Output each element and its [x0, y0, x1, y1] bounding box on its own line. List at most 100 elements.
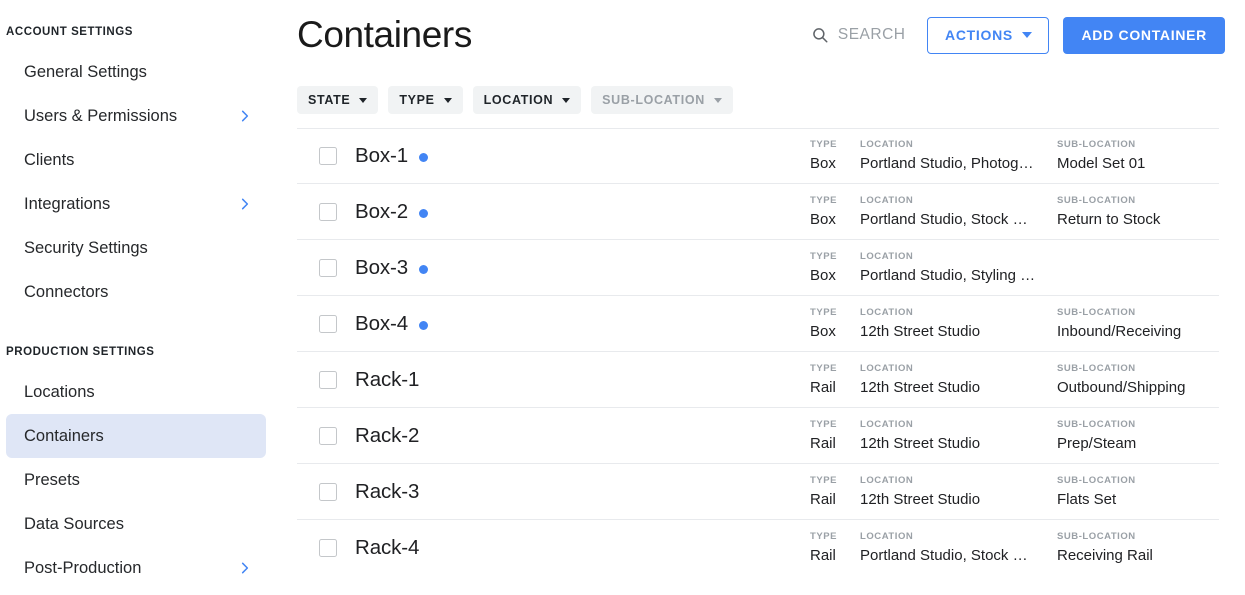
table-row[interactable]: Rack-1TYPERailLOCATION12th Street Studio… [297, 352, 1219, 408]
filter-chip-type[interactable]: TYPE [388, 86, 462, 114]
sidebar-group: PRODUCTION SETTINGS Locations Containers Pr… [0, 344, 290, 590]
row-checkbox[interactable] [319, 203, 337, 221]
sidebar-item-label: Containers [24, 426, 252, 446]
cell-type-value: Rail [810, 546, 860, 565]
cell-sublocation: SUB-LOCATIONInbound/Receiving [1057, 307, 1245, 341]
sidebar-item-containers[interactable]: Containers [6, 414, 266, 458]
page-header: Containers SEARCH ACTIONS ADD CONTAINER [295, 0, 1225, 70]
cell-location-header: LOCATION [860, 419, 1057, 431]
container-name-cell: Rack-1 [355, 368, 810, 392]
cell-location-header: LOCATION [860, 475, 1057, 487]
actions-button[interactable]: ACTIONS [927, 17, 1049, 54]
sidebar-item-label: Post-Production [24, 558, 238, 578]
sidebar: ACCOUNT SETTINGS General Settings Users & … [0, 0, 290, 595]
cell-type: TYPE Box [810, 195, 860, 229]
cell-location-value: 12th Street Studio [860, 378, 1057, 397]
cell-location-value: 12th Street Studio [860, 434, 1057, 453]
container-name-cell: Box-3 [355, 256, 810, 280]
row-checkbox[interactable] [319, 371, 337, 389]
containers-table: Box-1TYPEBoxLOCATIONPortland Studio, Pho… [297, 128, 1219, 576]
sidebar-item-label: General Settings [24, 62, 252, 82]
cell-sublocation-header: SUB-LOCATION [1057, 195, 1245, 207]
filter-chip-label: TYPE [399, 93, 434, 107]
sidebar-item-integrations[interactable]: Integrations [6, 182, 266, 226]
cell-location: LOCATIONPortland Studio, Stock … [860, 195, 1057, 229]
table-row[interactable]: Rack-3TYPERailLOCATION12th Street Studio… [297, 464, 1219, 520]
sidebar-group-title: ACCOUNT SETTINGS [0, 24, 290, 40]
cell-type-header: TYPE [810, 195, 860, 207]
row-checkbox[interactable] [319, 539, 337, 557]
row-checkbox[interactable] [319, 427, 337, 445]
cell-location: LOCATION 12th Street Studio [860, 363, 1057, 397]
cell-type-header: TYPE [810, 251, 860, 263]
cell-location: LOCATION 12th Street Studio [860, 419, 1057, 453]
cell-location: LOCATION 12th Street Studio [860, 475, 1057, 509]
row-checkbox[interactable] [319, 315, 337, 333]
cell-type-value: Rail [810, 434, 860, 453]
sidebar-item-security-settings[interactable]: Security Settings [6, 226, 266, 270]
cell-sublocation-value: Return to Stock [1057, 210, 1245, 229]
cell-location-value: 12th Street Studio [860, 490, 1057, 509]
sidebar-item-general-settings[interactable]: General Settings [6, 50, 266, 94]
cell-type-value: Box [810, 210, 860, 229]
sidebar-item-data-sources[interactable]: Data Sources [6, 502, 266, 546]
add-container-button[interactable]: ADD CONTAINER [1063, 17, 1225, 54]
table-row[interactable]: Rack-2TYPE RailLOCATION 12th Street Studio… [297, 408, 1219, 464]
table-row[interactable]: Box-4TYPEBoxLOCATION12th Street StudioSU… [297, 296, 1219, 352]
sidebar-item-connectors[interactable]: Connectors [6, 270, 266, 314]
main-content: Containers SEARCH ACTIONS ADD CONTAINER … [290, 0, 1245, 595]
table-row[interactable]: Box-3TYPEBoxLOCATIONPortland Studio, Sty… [297, 240, 1219, 296]
cell-location: LOCATIONPortland Studio, Photog… [860, 139, 1057, 173]
filter-chip-state[interactable]: STATE [297, 86, 378, 114]
sidebar-item-presets[interactable]: Presets [6, 458, 266, 502]
cell-type: TYPE Rail [810, 531, 860, 565]
cell-sublocation-value: Receiving Rail [1057, 546, 1245, 565]
sidebar-item-clients[interactable]: Clients [6, 138, 266, 182]
row-checkbox[interactable] [319, 483, 337, 501]
cell-type-header: TYPE [810, 475, 860, 487]
container-name-cell: Rack-2 [355, 424, 810, 448]
sidebar-group-title: PRODUCTION SETTINGS [0, 344, 290, 360]
cell-location-value: Portland Studio, Photog… [860, 154, 1057, 173]
cell-location-header: LOCATION [860, 363, 1057, 375]
cell-type: TYPEBox [810, 307, 860, 341]
cell-sublocation-value: Model Set 01 [1057, 154, 1245, 173]
container-name: Box-4 [355, 312, 408, 336]
cell-location-header: LOCATION [860, 307, 1057, 319]
sidebar-item-users-permissions[interactable]: Users & Permissions [6, 94, 266, 138]
sidebar-item-label: Presets [24, 470, 252, 490]
cell-sublocation-header: SUB-LOCATION [1057, 419, 1245, 431]
cell-type-value: Rail [810, 378, 860, 397]
cell-sublocation: SUB-LOCATIONPrep/Steam [1057, 419, 1245, 453]
row-checkbox[interactable] [319, 147, 337, 165]
search-placeholder: SEARCH [838, 26, 906, 44]
cell-sublocation-header: SUB-LOCATION [1057, 531, 1245, 543]
row-checkbox[interactable] [319, 259, 337, 277]
chevron-right-icon [238, 109, 252, 123]
sidebar-item-label: Data Sources [24, 514, 252, 534]
container-name-cell: Rack-3 [355, 480, 810, 504]
sidebar-item-label: Users & Permissions [24, 106, 238, 126]
table-row[interactable]: Rack-4TYPERailLOCATIONPortland Studio, S… [297, 520, 1219, 576]
cell-type-header: TYPE [810, 419, 860, 431]
sidebar-item-label: Clients [24, 150, 252, 170]
table-row[interactable]: Box-1TYPEBoxLOCATIONPortland Studio, Pho… [297, 128, 1219, 184]
cell-type-header: TYPE [810, 531, 860, 543]
filter-chip-location[interactable]: LOCATION [473, 86, 582, 114]
sidebar-item-post-production[interactable]: Post-Production [6, 546, 266, 590]
search-input[interactable]: SEARCH [811, 26, 906, 44]
cell-sublocation: SUB-LOCATION Receiving Rail [1057, 531, 1245, 565]
chevron-right-icon [238, 561, 252, 575]
filter-chip-sub-location: SUB-LOCATION [591, 86, 733, 114]
sidebar-item-locations[interactable]: Locations [6, 370, 266, 414]
cell-location-value: Portland Studio, Stock … [860, 546, 1057, 565]
table-row[interactable]: Box-2 TYPE BoxLOCATIONPortland Studio, Sto… [297, 184, 1219, 240]
cell-sublocation-value: Flats Set [1057, 490, 1245, 509]
status-dot-icon [419, 265, 428, 274]
sidebar-item-label: Locations [24, 382, 252, 402]
chevron-down-icon [359, 98, 367, 103]
container-name: Rack-4 [355, 536, 419, 560]
container-name: Box-2 [355, 200, 408, 224]
filter-chip-label: LOCATION [484, 93, 554, 107]
cell-sublocation-header: SUB-LOCATION [1057, 475, 1245, 487]
